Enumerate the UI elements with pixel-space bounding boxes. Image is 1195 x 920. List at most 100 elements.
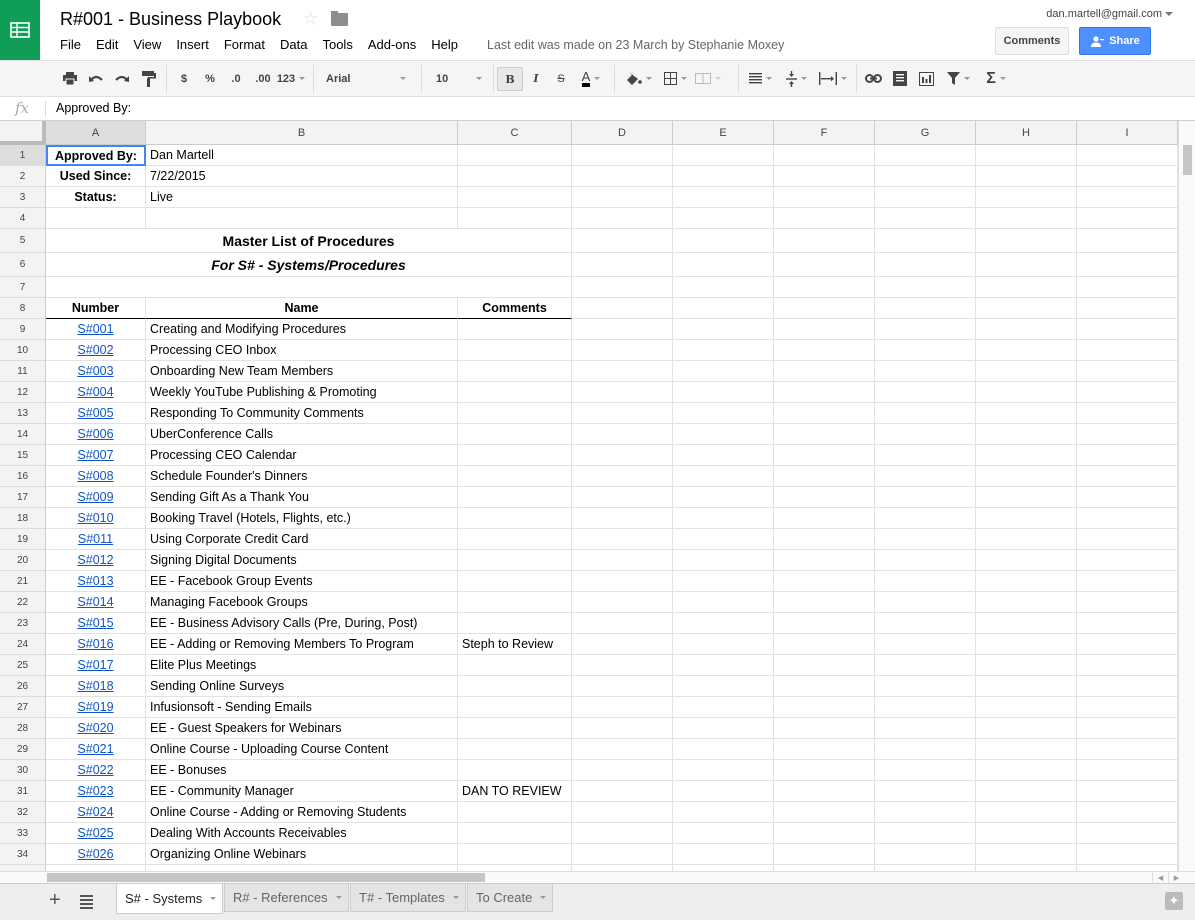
grid-cell[interactable] <box>1077 319 1178 340</box>
grid-cell[interactable] <box>875 166 976 187</box>
procedure-comment-cell[interactable] <box>458 361 572 382</box>
grid-cell[interactable] <box>875 739 976 760</box>
grid-cell[interactable] <box>572 403 673 424</box>
grid-cell[interactable] <box>976 802 1077 823</box>
grid-cell[interactable] <box>976 529 1077 550</box>
grid-cell[interactable] <box>1077 187 1178 208</box>
procedure-link[interactable]: S#019 <box>77 700 113 714</box>
column-label-name[interactable]: Name <box>146 298 458 319</box>
grid-cell[interactable] <box>976 613 1077 634</box>
procedure-link[interactable]: S#017 <box>77 658 113 672</box>
procedure-comment-cell[interactable] <box>458 655 572 676</box>
procedure-number-cell[interactable]: S#023 <box>46 781 146 802</box>
grid-cell[interactable] <box>976 760 1077 781</box>
procedure-number-cell[interactable]: S#003 <box>46 361 146 382</box>
redo-icon[interactable] <box>112 61 132 96</box>
grid-cell[interactable] <box>875 208 976 229</box>
all-sheets-list-icon[interactable] <box>80 895 93 911</box>
procedure-name-cell[interactable]: Elite Plus Meetings <box>146 655 458 676</box>
grid-cell[interactable] <box>774 529 875 550</box>
grid-cell[interactable] <box>572 253 673 277</box>
grid-cell[interactable] <box>673 613 774 634</box>
grid-cell[interactable] <box>875 466 976 487</box>
procedure-name-cell[interactable]: Schedule Founder's Dinners <box>146 466 458 487</box>
grid-cell[interactable] <box>774 208 875 229</box>
grid-cell[interactable] <box>1077 424 1178 445</box>
grid-cell[interactable] <box>774 571 875 592</box>
grid-cell[interactable] <box>673 319 774 340</box>
procedure-comment-cell[interactable] <box>458 802 572 823</box>
grid-cell[interactable] <box>774 166 875 187</box>
row-header-5[interactable]: 5 <box>0 229 46 253</box>
procedure-comment-cell[interactable] <box>458 739 572 760</box>
row-header-1[interactable]: 1 <box>0 145 46 166</box>
grid-cell[interactable] <box>976 466 1077 487</box>
grid-cell[interactable] <box>774 187 875 208</box>
grid-cell[interactable] <box>774 844 875 865</box>
grid-cell[interactable] <box>875 676 976 697</box>
procedure-name-cell[interactable]: EE - Facebook Group Events <box>146 571 458 592</box>
row-header-4[interactable]: 4 <box>0 208 46 229</box>
sheet-tab-to-create[interactable]: To Create <box>467 884 553 912</box>
procedure-link[interactable]: S#012 <box>77 553 113 567</box>
percent-format-button[interactable]: % <box>201 61 219 96</box>
procedure-comment-cell[interactable] <box>458 592 572 613</box>
grid-cell[interactable] <box>976 277 1077 298</box>
increase-decimals-button[interactable]: .00 <box>252 61 274 96</box>
procedure-number-cell[interactable]: S#010 <box>46 508 146 529</box>
grid-cell[interactable] <box>673 229 774 253</box>
grid-cell[interactable] <box>673 655 774 676</box>
grid-cell[interactable] <box>875 145 976 166</box>
select-all-corner[interactable] <box>0 121 46 145</box>
grid-cell[interactable] <box>976 739 1077 760</box>
grid-cell[interactable] <box>1077 298 1178 319</box>
column-header-b[interactable]: B <box>146 121 458 145</box>
grid-cell[interactable] <box>875 613 976 634</box>
grid-cell[interactable] <box>572 634 673 655</box>
procedure-number-cell[interactable]: S#014 <box>46 592 146 613</box>
grid-cell[interactable] <box>875 382 976 403</box>
grid-cell[interactable] <box>673 340 774 361</box>
grid-cell[interactable] <box>1077 634 1178 655</box>
grid-cell[interactable] <box>673 823 774 844</box>
grid-cell[interactable] <box>976 319 1077 340</box>
sheet-tab-templates[interactable]: T# - Templates <box>350 884 466 912</box>
row-header-12[interactable]: 12 <box>0 382 46 403</box>
grid-cell[interactable] <box>1077 403 1178 424</box>
grid-cell[interactable] <box>458 166 572 187</box>
horizontal-scroll-thumb[interactable] <box>47 873 485 882</box>
grid-cell[interactable] <box>774 550 875 571</box>
grid-cell[interactable] <box>572 298 673 319</box>
row-header-7[interactable]: 7 <box>0 277 46 298</box>
procedure-name-cell[interactable]: Sending Online Surveys <box>146 676 458 697</box>
grid-cell[interactable] <box>1077 697 1178 718</box>
grid-cell[interactable] <box>774 613 875 634</box>
grid-cell[interactable] <box>774 466 875 487</box>
grid-cell[interactable] <box>976 697 1077 718</box>
grid-cell[interactable] <box>1077 445 1178 466</box>
procedure-number-cell[interactable]: S#019 <box>46 697 146 718</box>
grid-cell[interactable] <box>572 229 673 253</box>
menu-file[interactable]: File <box>60 37 81 52</box>
grid-cell[interactable] <box>774 382 875 403</box>
sheet-tab-systems[interactable]: S# - Systems <box>116 884 223 914</box>
procedure-number-cell[interactable]: S#013 <box>46 571 146 592</box>
grid-cell[interactable] <box>774 277 875 298</box>
menu-edit[interactable]: Edit <box>96 37 118 52</box>
procedure-name-cell[interactable]: Weekly YouTube Publishing & Promoting <box>146 382 458 403</box>
grid-cell[interactable] <box>774 298 875 319</box>
grid-cell[interactable] <box>976 403 1077 424</box>
sheets-logo[interactable] <box>0 0 40 60</box>
procedure-number-cell[interactable]: S#002 <box>46 340 146 361</box>
chevron-down-icon[interactable] <box>540 896 547 899</box>
account-email[interactable]: dan.martell@gmail.com <box>1046 8 1162 20</box>
procedure-name-cell[interactable]: Online Course - Uploading Course Content <box>146 739 458 760</box>
grid-cell[interactable] <box>1077 844 1178 865</box>
procedure-comment-cell[interactable] <box>458 571 572 592</box>
grid-cell[interactable] <box>875 487 976 508</box>
procedure-comment-cell[interactable] <box>458 718 572 739</box>
grid-cell[interactable] <box>572 550 673 571</box>
grid-cell[interactable] <box>875 550 976 571</box>
grid-cell[interactable] <box>774 802 875 823</box>
grid-cell[interactable] <box>673 361 774 382</box>
